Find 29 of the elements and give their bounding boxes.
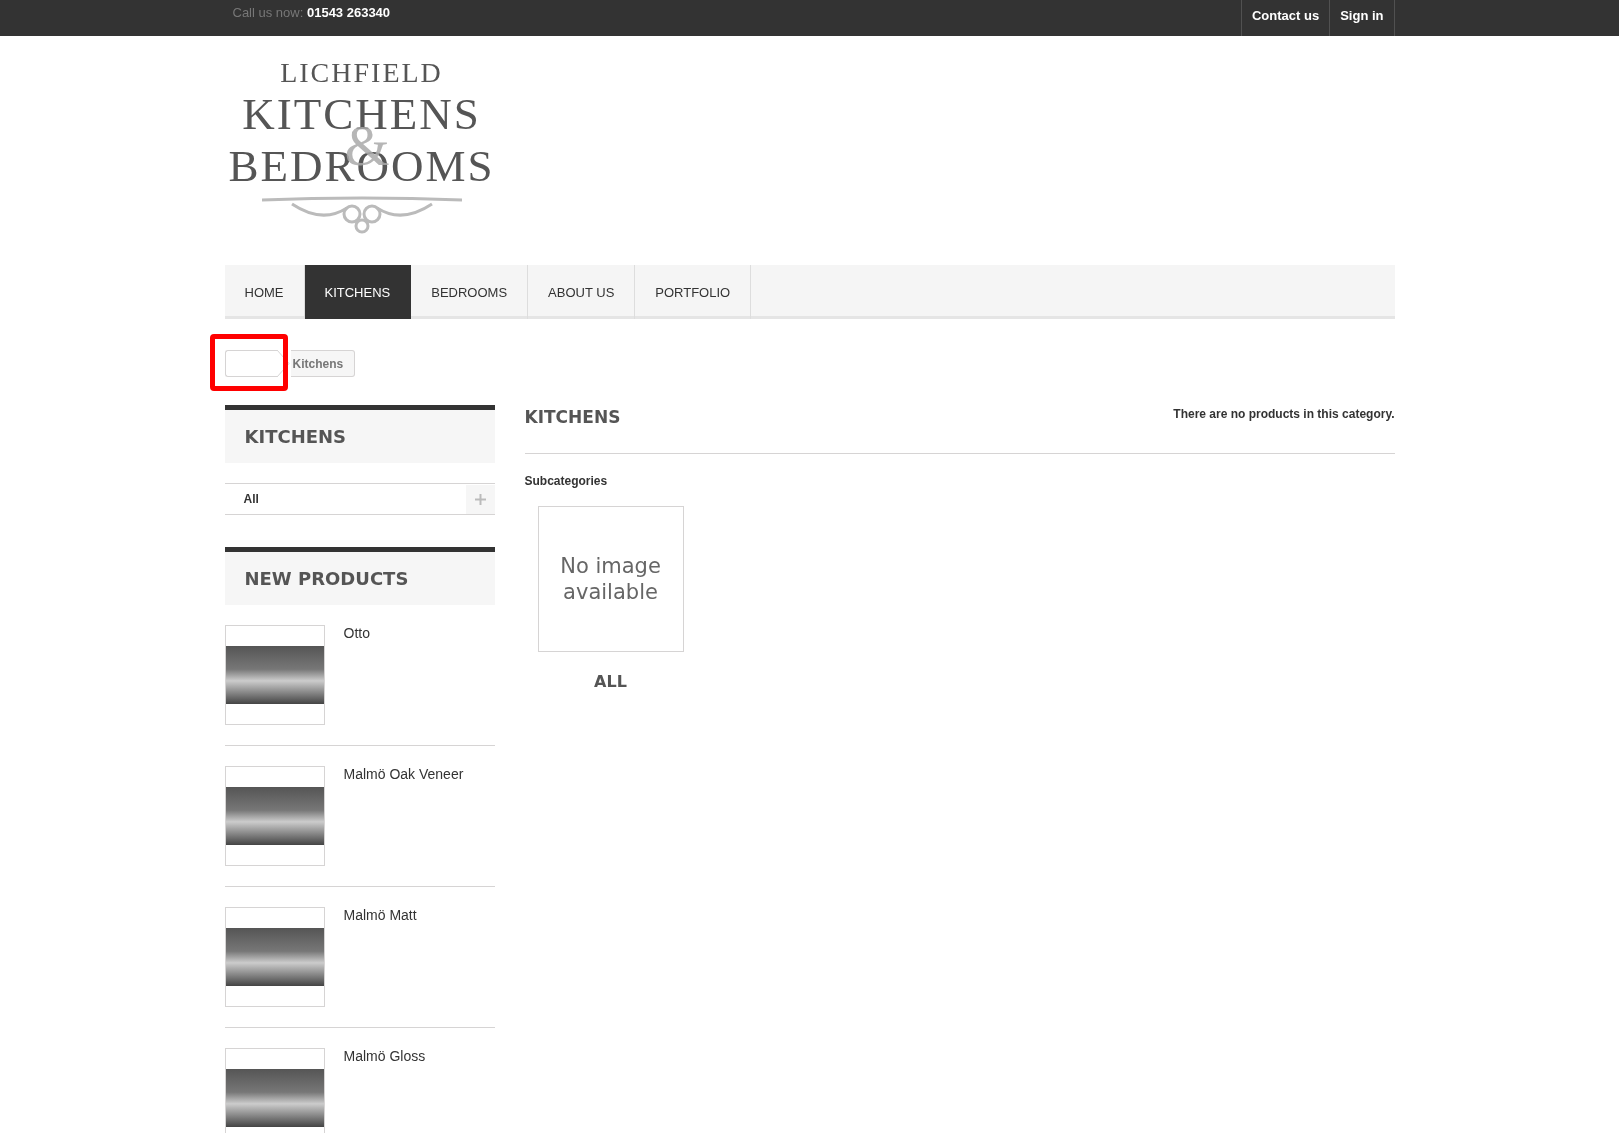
breadcrumb-current: Kitchens	[290, 350, 356, 377]
nav-tab[interactable]: ABOUT US	[528, 265, 636, 319]
category-link[interactable]: All	[224, 492, 259, 506]
subcategories-heading: Subcategories	[524, 474, 609, 488]
block-title: NEW PRODUCTS	[224, 547, 495, 605]
empty-notice: There are no products in this category.	[1173, 407, 1395, 421]
logo[interactable]: LICHFIELD KITCHENS BEDROOMS &	[224, 58, 499, 240]
product-thumbnail[interactable]	[224, 766, 325, 866]
product-name[interactable]: Otto	[343, 625, 370, 725]
block-title: KITCHENS	[224, 405, 495, 463]
nav-tab[interactable]: HOME	[224, 265, 305, 319]
product-name[interactable]: Malmö Gloss	[343, 1048, 426, 1133]
product-thumbnail[interactable]	[224, 625, 325, 725]
product-thumbnail[interactable]	[224, 1048, 325, 1133]
product-thumbnail[interactable]	[224, 907, 325, 1007]
nav-tab[interactable]: PORTFOLIO	[635, 265, 752, 319]
call-us-text: Call us now: 01543 263340	[231, 4, 391, 22]
top-link[interactable]: Contact us	[1242, 0, 1331, 36]
nav-tab[interactable]: BEDROOMS	[411, 265, 529, 319]
breadcrumb-separator-icon	[276, 350, 291, 377]
product-name[interactable]: Malmö Oak Veneer	[343, 766, 464, 866]
nav-tab[interactable]: KITCHENS	[304, 265, 412, 319]
no-image-placeholder[interactable]: No image available	[537, 506, 684, 652]
category-title: KITCHENS	[524, 407, 621, 427]
subcategory-name[interactable]: ALL	[594, 672, 627, 691]
top-link[interactable]: Sign in	[1330, 0, 1395, 36]
plus-icon	[474, 493, 486, 505]
flourish-icon	[261, 194, 462, 234]
product-name[interactable]: Malmö Matt	[343, 907, 417, 1007]
